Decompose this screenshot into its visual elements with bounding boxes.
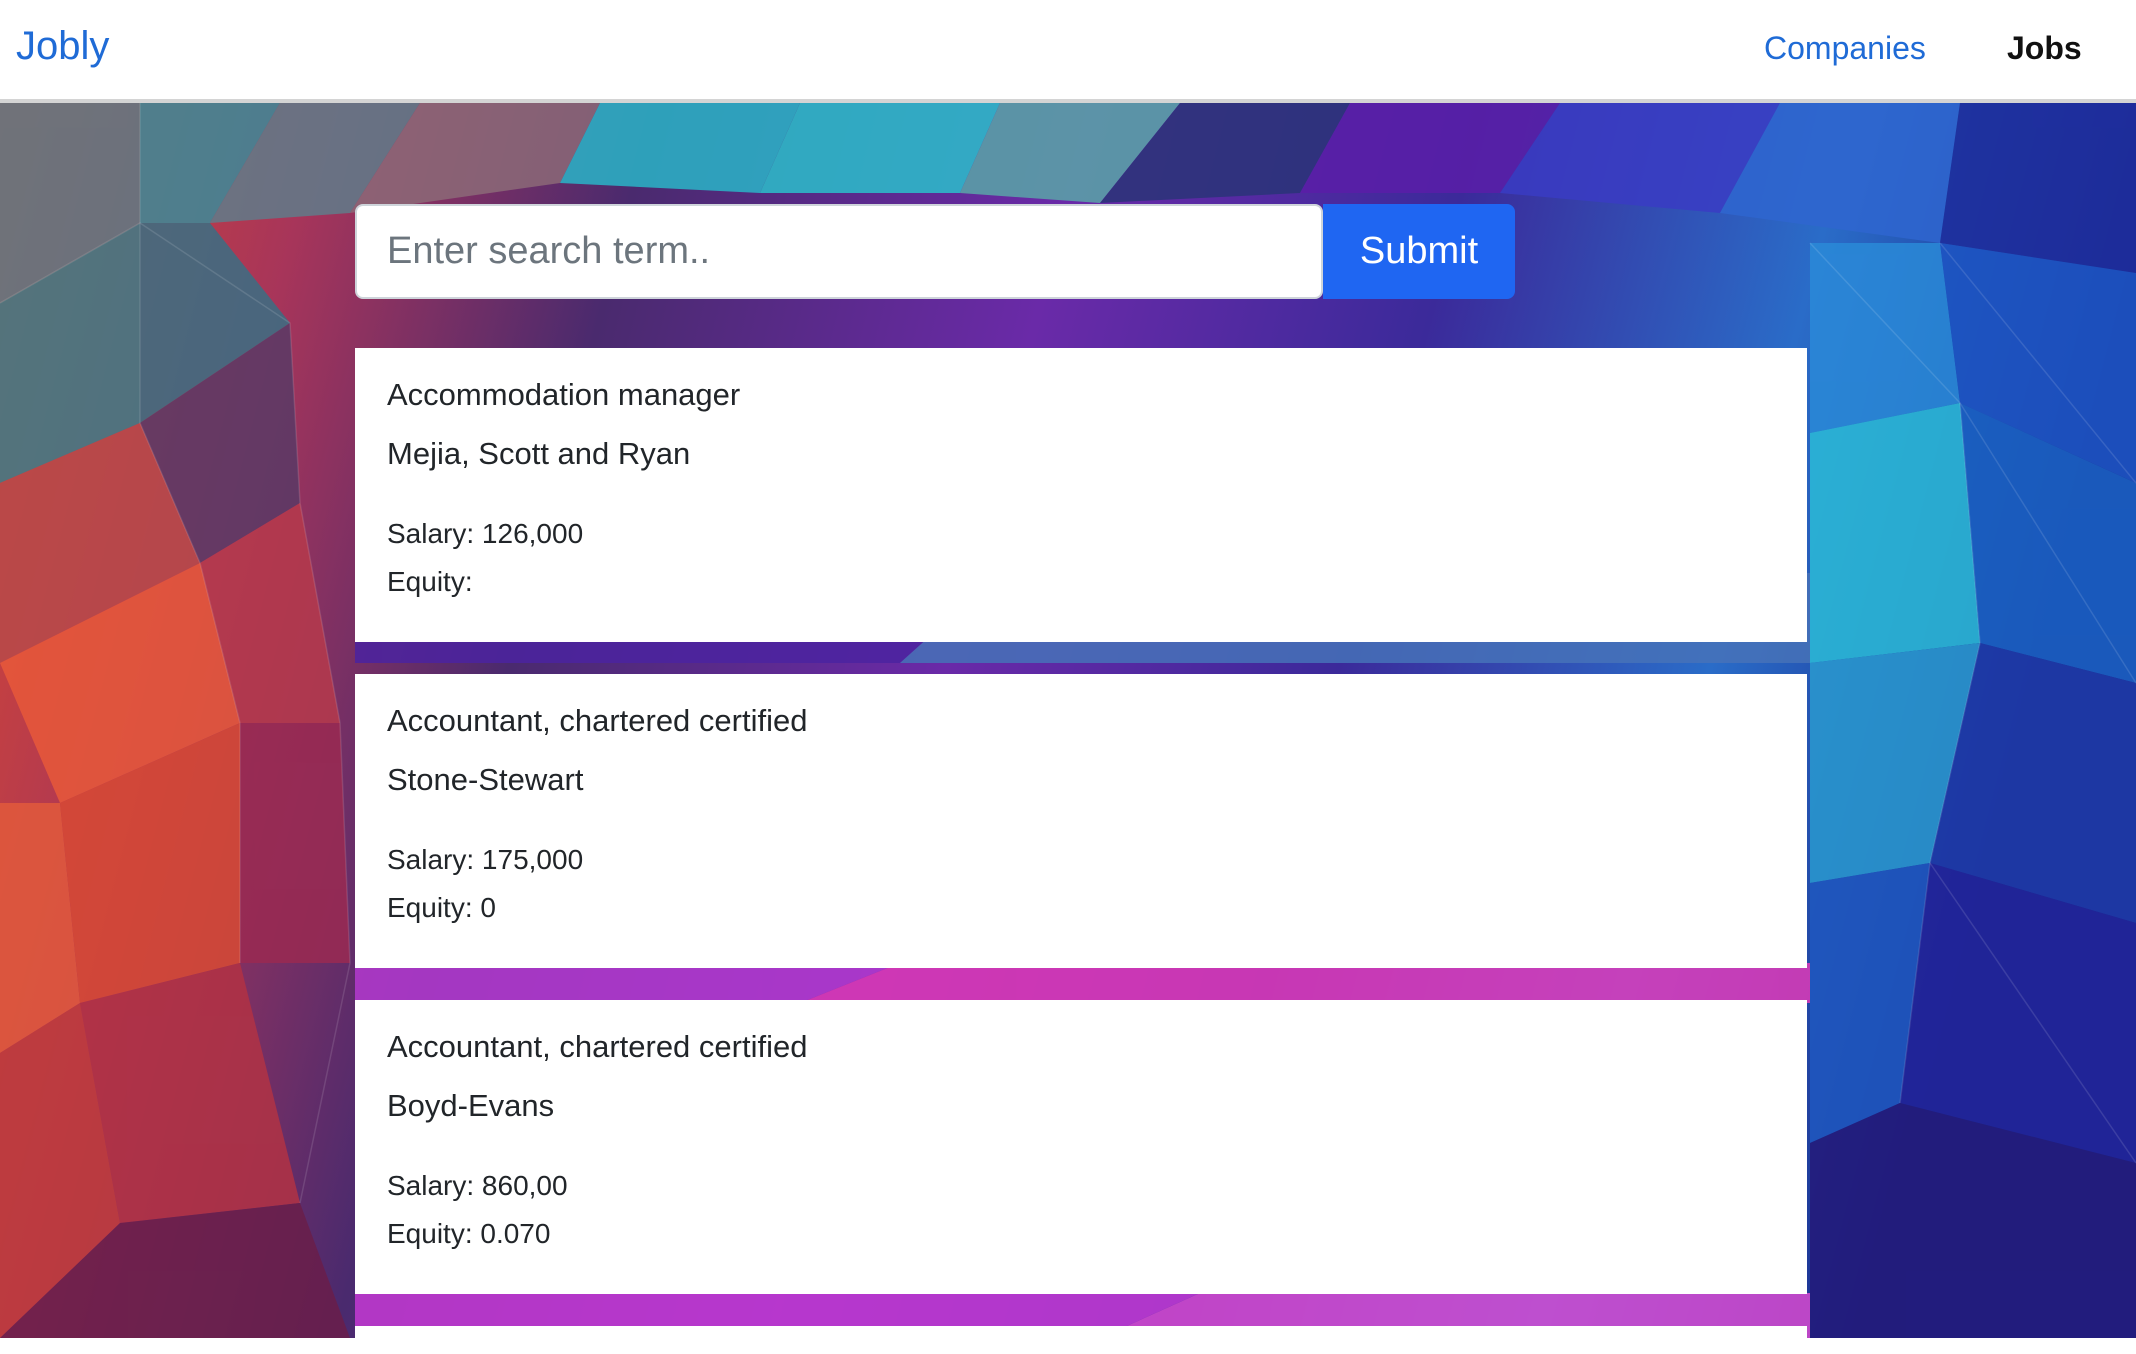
job-salary: Salary: 175,000 [387, 844, 584, 876]
nav-link-companies[interactable]: Companies [1764, 30, 1926, 67]
brand-logo-link[interactable]: Jobly [16, 24, 109, 69]
job-title: Accommodation manager [387, 377, 741, 412]
job-company: Mejia, Scott and Ryan [387, 436, 691, 472]
job-equity: Equity: 0.070 [387, 1218, 551, 1250]
job-card: Accommodation manager Mejia, Scott and R… [355, 348, 1807, 642]
job-card-partial [355, 1326, 1807, 1354]
job-company: Boyd-Evans [387, 1088, 555, 1124]
job-equity: Equity: 0 [387, 892, 496, 924]
nav-link-jobs[interactable]: Jobs [2007, 30, 2082, 67]
job-card: Accountant, chartered certified Stone-St… [355, 674, 1807, 968]
job-title: Accountant, chartered certified [387, 703, 808, 738]
job-card: Accountant, chartered certified Boyd-Eva… [355, 1000, 1807, 1294]
job-equity: Equity: [387, 566, 473, 598]
navbar: Jobly Companies Jobs [0, 0, 2136, 103]
submit-button[interactable]: Submit [1323, 204, 1515, 299]
search-input[interactable] [355, 204, 1323, 299]
job-title: Accountant, chartered certified [387, 1029, 808, 1064]
job-salary: Salary: 126,000 [387, 518, 584, 550]
job-company: Stone-Stewart [387, 762, 584, 798]
job-salary: Salary: 860,00 [387, 1170, 568, 1202]
